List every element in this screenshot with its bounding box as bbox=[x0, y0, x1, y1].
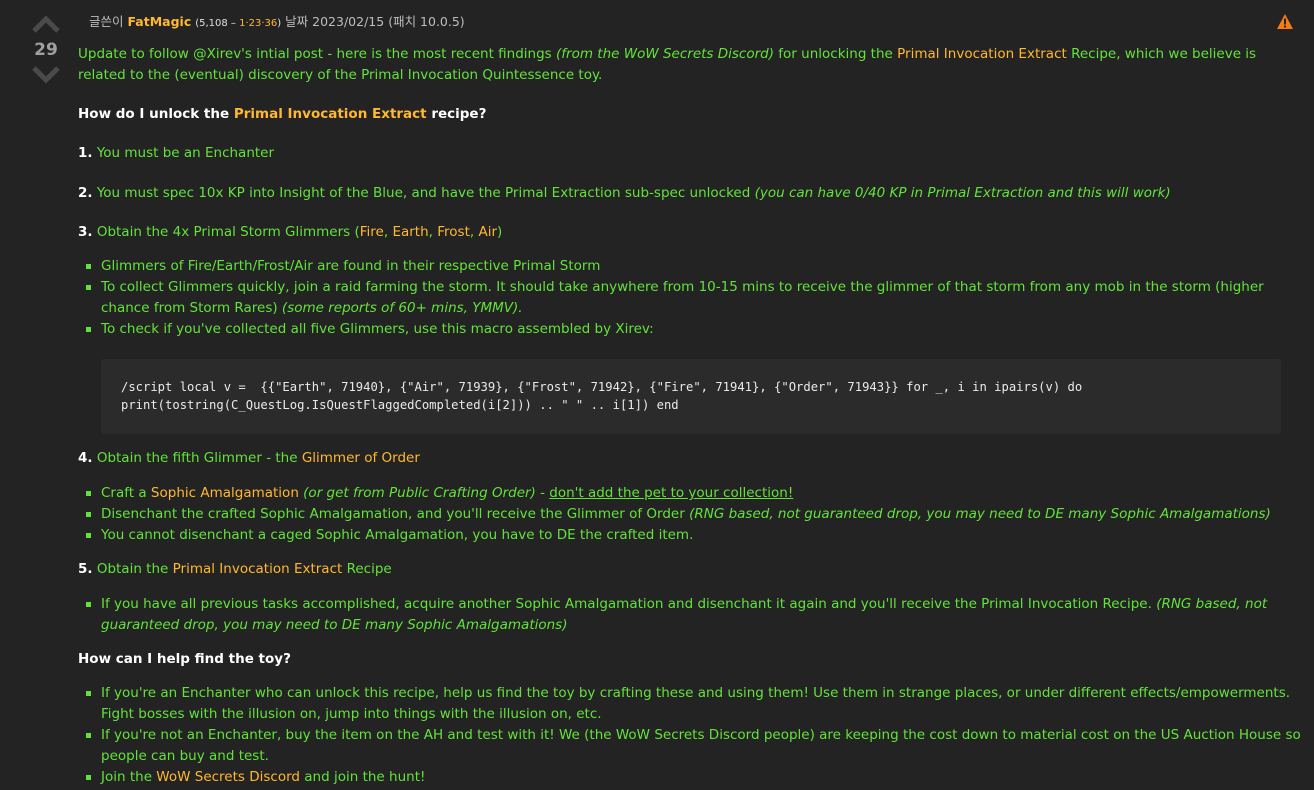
frost-link[interactable]: Frost bbox=[437, 224, 470, 240]
macro-code-block[interactable]: /script local v = {{"Earth", 71940}, {"A… bbox=[101, 359, 1281, 434]
wow-secrets-discord-link[interactable]: WoW Secrets Discord bbox=[156, 769, 300, 785]
post-body: Update to follow @Xirev's intial post - … bbox=[78, 44, 1306, 788]
step-2: 2. You must spec 10x KP into Insight of … bbox=[78, 185, 1171, 201]
author-stats: (5,108 – 1·23·36) bbox=[195, 18, 282, 29]
pet-warning-underlined: don't add the pet to your collection! bbox=[549, 485, 794, 501]
list-item: You cannot disenchant a caged Sophic Ama… bbox=[78, 525, 1306, 546]
vote-widget: 29 bbox=[22, 14, 70, 85]
primal-invocation-extract-link[interactable]: Primal Invocation Extract bbox=[897, 46, 1067, 62]
step-1: 1. You must be an Enchanter bbox=[78, 145, 275, 161]
upvote-icon[interactable] bbox=[31, 14, 61, 34]
help-list: If you're an Enchanter who can unlock th… bbox=[78, 683, 1306, 788]
list-item: Disenchant the crafted Sophic Amalgamati… bbox=[78, 504, 1306, 525]
air-link[interactable]: Air bbox=[478, 224, 497, 240]
list-item: Join the WoW Secrets Discord and join th… bbox=[78, 767, 1306, 788]
list-item: Craft a Sophic Amalgamation (or get from… bbox=[78, 483, 1306, 504]
post-date: 날짜 2023/02/15 bbox=[285, 14, 385, 29]
earth-link[interactable]: Earth bbox=[392, 224, 428, 240]
list-item: If you have all previous tasks accomplis… bbox=[78, 594, 1306, 636]
step-3: 3. Obtain the 4x Primal Storm Glimmers (… bbox=[78, 224, 503, 240]
report-warning-icon[interactable] bbox=[1276, 13, 1294, 30]
unlock-heading: How do I unlock the Primal Invocation Ex… bbox=[78, 106, 487, 122]
list-item: Glimmers of Fire/Earth/Frost/Air are fou… bbox=[78, 256, 1306, 277]
step-4: 4. Obtain the fifth Glimmer - the Glimme… bbox=[78, 450, 420, 466]
step-5-list: If you have all previous tasks accomplis… bbox=[78, 594, 1306, 636]
list-item: If you're not an Enchanter, buy the item… bbox=[78, 725, 1306, 767]
author-link[interactable]: FatMagic bbox=[128, 14, 192, 29]
intro-paragraph: Update to follow @Xirev's intial post - … bbox=[78, 46, 1257, 83]
primal-invocation-extract-link-2[interactable]: Primal Invocation Extract bbox=[173, 561, 343, 577]
help-heading: How can I help find the toy? bbox=[78, 651, 291, 667]
glimmer-of-order-link[interactable]: Glimmer of Order bbox=[302, 450, 420, 466]
step-3-list: Glimmers of Fire/Earth/Frost/Air are fou… bbox=[78, 256, 1306, 340]
list-item: If you're an Enchanter who can unlock th… bbox=[78, 683, 1306, 725]
downvote-icon[interactable] bbox=[31, 65, 61, 85]
recipe-link[interactable]: Primal Invocation Extract bbox=[234, 106, 427, 122]
fire-link[interactable]: Fire bbox=[360, 224, 384, 240]
step-5: 5. Obtain the Primal Invocation Extract … bbox=[78, 561, 392, 577]
list-item: To check if you've collected all five Gl… bbox=[78, 319, 1306, 340]
step-4-list: Craft a Sophic Amalgamation (or get from… bbox=[78, 483, 1306, 546]
post-byline: 글쓴이 FatMagic (5,108 – 1·23·36) 날짜 2023/0… bbox=[89, 10, 465, 34]
patch-version: (패치 10.0.5) bbox=[388, 14, 465, 29]
vote-count: 29 bbox=[34, 40, 58, 60]
list-item: To collect Glimmers quickly, join a raid… bbox=[78, 277, 1306, 319]
byline-prefix: 글쓴이 bbox=[89, 14, 124, 29]
sophic-amalgamation-link[interactable]: Sophic Amalgamation bbox=[151, 485, 299, 501]
